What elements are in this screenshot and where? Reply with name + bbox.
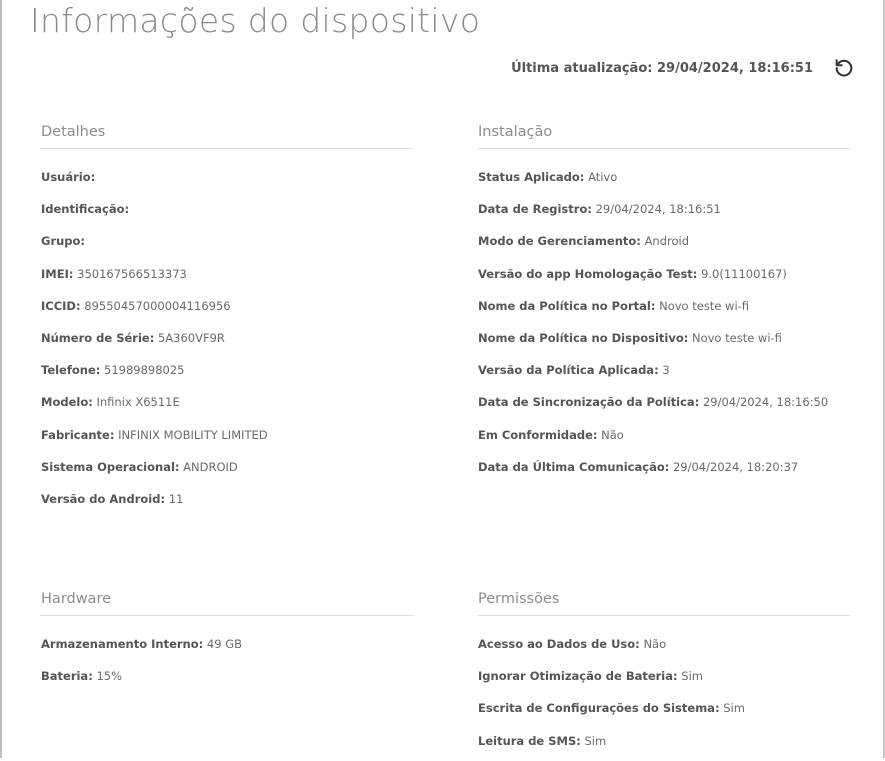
details-item-value: INFINIX MOBILITY LIMITED <box>118 427 268 442</box>
section-hardware-title: Hardware <box>40 589 413 616</box>
details-item-label: Modelo: <box>41 395 93 410</box>
page-title: Informações do dispositivo <box>30 1 481 40</box>
hardware-item: Bateria: 15% <box>40 664 413 696</box>
installation-item-label: Versão da Política Aplicada: <box>478 363 659 378</box>
details-item-value: 89550457000004116956 <box>84 298 231 313</box>
installation-item-value: 9.0(11100167) <box>701 266 787 281</box>
section-details-title: Detalhes <box>40 122 413 149</box>
details-item-label: IMEI: <box>41 266 74 281</box>
details-item: Modelo: Infinix X6511E <box>40 390 413 422</box>
refresh-icon <box>835 59 853 77</box>
installation-item-label: Em Conformidade: <box>478 427 598 442</box>
installation-list: Status Aplicado: Ativo Data de Registro: … <box>477 165 850 487</box>
installation-item: Status Aplicado: Ativo <box>477 165 850 197</box>
section-installation-title: Instalação <box>477 122 850 149</box>
details-item: Versão do Android: 11 <box>40 487 413 519</box>
details-item: Identificação: <box>40 197 413 229</box>
hardware-item-value: 49 GB <box>206 637 242 651</box>
hardware-list: Armazenamento Interno: 49 GB Bateria: 15% <box>40 632 413 696</box>
details-item-value: 11 <box>168 491 184 506</box>
details-item: Usuário: <box>40 165 413 197</box>
permissions-item: Leitura de SMS: Sim <box>477 729 850 761</box>
permissions-item-label: Leitura de SMS: <box>478 733 581 748</box>
details-item: Número de Série: 5A360VF9R <box>40 326 413 358</box>
installation-item-value: 29/04/2024, 18:16:50 <box>702 395 829 410</box>
installation-item: Data de Sincronização da Política: 29/04… <box>477 390 850 422</box>
details-item: Telefone: 51989898025 <box>40 358 413 390</box>
details-item-label: Usuário: <box>41 170 96 184</box>
section-installation: Instalação Status Aplicado: Ativo Data de… <box>477 122 850 487</box>
details-item-label: Versão do Android: <box>41 491 166 506</box>
installation-item-label: Data de Sincronização da Política: <box>478 395 700 410</box>
hardware-item-label: Bateria: <box>41 669 93 684</box>
installation-item-value: 29/04/2024, 18:20:37 <box>672 459 799 474</box>
installation-item: Versão da Política Aplicada: 3 <box>477 358 850 390</box>
installation-item: Nome da Política no Dispositivo: Novo te… <box>477 326 850 358</box>
last-update-row: Última atualização: 29/04/2024, 18:16:51 <box>511 56 855 80</box>
last-update-label: Última atualização: <box>511 60 653 76</box>
permissions-item: Acesso ao Dados de Uso: Não <box>477 632 850 664</box>
permissions-list: Acesso ao Dados de Uso: Não Ignorar Otimi… <box>477 632 850 761</box>
permissions-item-value: Sim <box>584 733 607 748</box>
hardware-item-value: 15% <box>96 669 123 684</box>
installation-item-label: Versão do app Homologação Test: <box>478 266 698 281</box>
details-item-label: Telefone: <box>41 363 101 378</box>
installation-item-value: Novo teste wi-fi <box>691 330 782 345</box>
details-item: Fabricante: INFINIX MOBILITY LIMITED <box>40 423 413 455</box>
details-item-label: Sistema Operacional: <box>41 459 180 474</box>
permissions-item: Ignorar Otimização de Bateria: Sim <box>477 664 850 696</box>
installation-item-label: Data de Registro: <box>478 202 592 217</box>
installation-item: Nome da Política no Portal: Novo teste w… <box>477 294 850 326</box>
details-item-value: 350167566513373 <box>77 266 187 281</box>
left-edge <box>0 0 2 758</box>
permissions-item-value: Não <box>643 637 667 651</box>
installation-item: Versão do app Homologação Test: 9.0(1110… <box>477 262 850 294</box>
details-item-value: ANDROID <box>183 459 238 474</box>
section-permissions: Permissões Acesso ao Dados de Uso: Não Ig… <box>477 589 850 761</box>
hardware-item-label: Armazenamento Interno: <box>41 637 204 651</box>
details-item-label: Identificação: <box>41 202 130 217</box>
installation-item-label: Nome da Política no Dispositivo: <box>478 330 689 345</box>
installation-item-value: Android <box>644 234 690 249</box>
details-item-label: ICCID: <box>41 298 81 313</box>
last-update-text: Última atualização: 29/04/2024, 18:16:51 <box>511 61 813 76</box>
last-update-value: 29/04/2024, 18:16:51 <box>657 60 813 76</box>
details-item-label: Fabricante: <box>41 427 115 442</box>
installation-item-value: 29/04/2024, 18:16:51 <box>595 202 721 217</box>
permissions-item-label: Ignorar Otimização de Bateria: <box>478 669 678 684</box>
installation-item-value: Novo teste wi-fi <box>659 298 750 313</box>
permissions-item-value: Sim <box>681 669 703 684</box>
permissions-item: Escrita de Configurações do Sistema: Sim <box>477 696 850 728</box>
details-item-value: Infinix X6511E <box>96 395 180 410</box>
section-permissions-title: Permissões <box>477 589 850 616</box>
details-item-label: Número de Série: <box>41 330 155 345</box>
installation-item-label: Status Aplicado: <box>478 170 585 184</box>
hardware-item: Armazenamento Interno: 49 GB <box>40 632 413 664</box>
permissions-item-label: Acesso ao Dados de Uso: <box>478 637 640 651</box>
details-item: ICCID: 89550457000004116956 <box>40 294 413 326</box>
installation-item: Data de Registro: 29/04/2024, 18:16:51 <box>477 197 850 229</box>
installation-item: Em Conformidade: Não <box>477 423 850 455</box>
section-hardware: Hardware Armazenamento Interno: 49 GB Bat… <box>40 589 413 696</box>
installation-item: Modo de Gerenciamento: Android <box>477 229 850 261</box>
details-item: IMEI: 350167566513373 <box>40 262 413 294</box>
details-list: Usuário: Identificação: Grupo: IMEI: 350… <box>40 165 413 519</box>
installation-item-value: 3 <box>662 363 670 378</box>
details-item-label: Grupo: <box>41 234 86 249</box>
installation-item-value: Não <box>601 427 624 442</box>
details-item: Grupo: <box>40 229 413 261</box>
permissions-item-value: Sim <box>723 701 745 716</box>
details-item: Sistema Operacional: ANDROID <box>40 455 413 487</box>
section-details: Detalhes Usuário: Identificação: Grupo: … <box>40 122 413 519</box>
details-item-value: 51989898025 <box>104 363 185 378</box>
installation-item-value: Ativo <box>588 170 618 184</box>
refresh-button[interactable] <box>833 57 855 79</box>
installation-item-label: Data da Última Comunicação: <box>478 459 670 474</box>
permissions-item-label: Escrita de Configurações do Sistema: <box>478 701 720 716</box>
details-item-value: 5A360VF9R <box>157 330 225 345</box>
installation-item-label: Nome da Política no Portal: <box>478 298 656 313</box>
installation-item-label: Modo de Gerenciamento: <box>478 234 641 249</box>
installation-item: Data da Última Comunicação: 29/04/2024, … <box>477 455 850 487</box>
